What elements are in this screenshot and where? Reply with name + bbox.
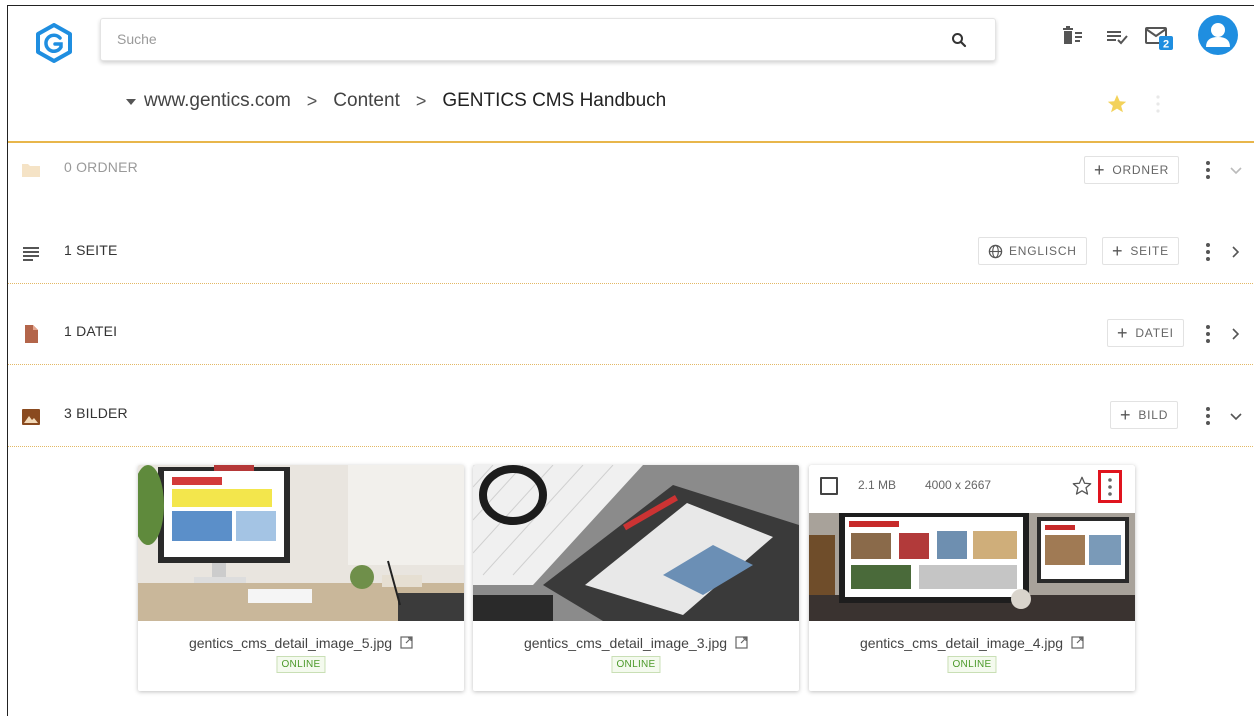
pages-section-label: 1 SEITE [64, 242, 118, 258]
favourite-star-icon[interactable] [1106, 93, 1128, 115]
image-thumbnail[interactable] [138, 465, 464, 621]
add-folder-label: ORDNER [1112, 163, 1170, 177]
message-inbox-icon[interactable]: 2 [1144, 23, 1176, 53]
image-card[interactable]: gentics_cms_detail_image_5.jpg ONLINE [138, 465, 464, 691]
chevron-down-icon[interactable] [1229, 409, 1243, 423]
image-context-menu-button[interactable] [1098, 470, 1122, 503]
section-divider [8, 446, 1254, 447]
more-vertical-icon [1108, 478, 1112, 496]
app-window: 2 www.gentics.com > Content > GENTICS CM… [7, 5, 1254, 716]
folders-section-label: 0 ORDNER [64, 159, 138, 175]
breadcrumb-item-node[interactable]: www.gentics.com [144, 90, 291, 112]
plus-icon: + [1117, 323, 1129, 343]
task-list-icon[interactable] [1105, 24, 1131, 50]
wastebin-icon[interactable] [1060, 24, 1086, 50]
select-checkbox[interactable] [820, 477, 838, 495]
image-icon [22, 409, 40, 425]
image-thumbnail[interactable] [473, 465, 799, 621]
search-icon[interactable] [951, 32, 967, 48]
image-name-label: gentics_cms_detail_image_4.jpg [859, 635, 1064, 651]
images-section-label: 3 BILDER [64, 405, 128, 421]
image-name-label: gentics_cms_detail_image_5.jpg [188, 635, 393, 651]
header-divider [8, 141, 1254, 143]
image-name-label: gentics_cms_detail_image_3.jpg [523, 635, 728, 651]
image-file-size: 2.1 MB [858, 478, 897, 492]
image-name[interactable]: gentics_cms_detail_image_3.jpg [473, 635, 799, 651]
breadcrumb-separator: > [306, 90, 318, 111]
chevron-right-icon[interactable] [1228, 327, 1242, 341]
language-button[interactable]: ENGLISCH [978, 237, 1087, 265]
folders-menu-icon[interactable] [1205, 160, 1211, 180]
node-dropdown-caret-icon[interactable] [126, 98, 136, 105]
add-page-label: SEITE [1130, 244, 1169, 258]
folder-icon [22, 164, 40, 177]
page-icon [23, 247, 39, 261]
files-section-label: 1 DATEI [64, 323, 118, 339]
user-avatar[interactable] [1198, 15, 1238, 55]
breadcrumb: www.gentics.com > Content > GENTICS CMS … [126, 90, 666, 112]
user-avatar-icon [1206, 23, 1230, 47]
add-file-button[interactable]: + DATEI [1107, 319, 1184, 347]
section-divider [8, 283, 1254, 284]
image-name[interactable]: gentics_cms_detail_image_5.jpg [138, 635, 464, 651]
image-card-toolbar: 2.1 MB 4000 x 2667 [809, 465, 1135, 513]
globe-icon [988, 244, 1003, 258]
favourite-star-icon[interactable] [1071, 475, 1093, 497]
breadcrumb-item-content[interactable]: Content [333, 90, 400, 112]
status-badge: ONLINE [611, 656, 661, 673]
image-card[interactable]: gentics_cms_detail_image_3.jpg ONLINE [473, 465, 799, 691]
plus-icon: + [1112, 241, 1124, 261]
add-page-button[interactable]: + SEITE [1102, 237, 1179, 265]
file-icon [25, 325, 38, 343]
image-dimensions: 4000 x 2667 [925, 478, 992, 492]
chevron-right-icon[interactable] [1228, 245, 1242, 259]
breadcrumb-more-icon[interactable] [1155, 94, 1161, 114]
search-bar[interactable] [100, 18, 996, 61]
image-card[interactable]: 2.1 MB 4000 x 2667 gentics_cms_detail_im… [809, 465, 1135, 691]
files-menu-icon[interactable] [1205, 324, 1211, 344]
add-image-label: BILD [1138, 408, 1169, 422]
open-external-icon[interactable] [1071, 636, 1084, 649]
language-button-label: ENGLISCH [1009, 244, 1077, 258]
message-count-badge: 2 [1163, 39, 1169, 51]
image-name[interactable]: gentics_cms_detail_image_4.jpg [809, 635, 1135, 651]
plus-icon: + [1120, 405, 1132, 425]
pages-menu-icon[interactable] [1205, 242, 1211, 262]
open-external-icon[interactable] [400, 636, 413, 649]
add-file-label: DATEI [1135, 326, 1174, 340]
status-badge: ONLINE [947, 656, 997, 673]
add-folder-button[interactable]: + ORDNER [1084, 156, 1180, 184]
chevron-down-icon[interactable] [1229, 163, 1243, 177]
open-external-icon[interactable] [735, 636, 748, 649]
section-divider [8, 364, 1254, 365]
search-input[interactable] [117, 31, 897, 47]
breadcrumb-item-current[interactable]: GENTICS CMS Handbuch [442, 90, 666, 112]
images-menu-icon[interactable] [1205, 406, 1211, 426]
plus-icon: + [1094, 160, 1106, 180]
add-image-button[interactable]: + BILD [1110, 401, 1179, 429]
status-badge: ONLINE [276, 656, 326, 673]
gentics-logo[interactable] [36, 23, 72, 63]
breadcrumb-separator: > [415, 90, 427, 111]
